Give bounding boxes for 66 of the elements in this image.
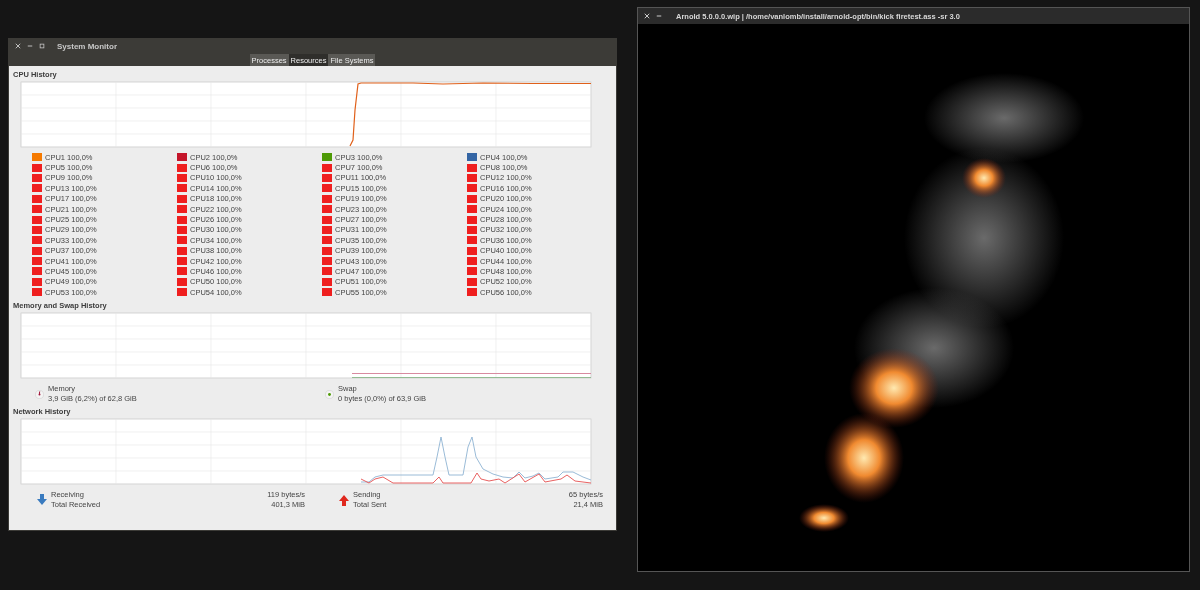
cpu-color-swatch[interactable] xyxy=(32,225,42,234)
minimize-icon[interactable] xyxy=(27,43,33,49)
cpu-color-swatch[interactable] xyxy=(322,225,332,234)
cpu-color-swatch[interactable] xyxy=(177,163,187,172)
cpu-color-swatch[interactable] xyxy=(177,194,187,203)
cpu-color-swatch[interactable] xyxy=(467,153,477,162)
cpu-color-swatch[interactable] xyxy=(467,236,477,245)
minimize-icon[interactable] xyxy=(656,13,662,19)
cpu-color-swatch[interactable] xyxy=(32,173,42,182)
cpu-color-swatch[interactable] xyxy=(467,205,477,214)
cpu-color-swatch[interactable] xyxy=(32,184,42,193)
swap-pie-icon xyxy=(325,389,334,399)
cpu-color-swatch[interactable] xyxy=(177,257,187,266)
cpu-color-swatch[interactable] xyxy=(177,288,187,297)
cpu-color-swatch[interactable] xyxy=(467,194,477,203)
cpu-color-swatch[interactable] xyxy=(467,225,477,234)
cpu-color-swatch[interactable] xyxy=(32,277,42,286)
cpu-color-swatch[interactable] xyxy=(322,215,332,224)
cpu-color-swatch[interactable] xyxy=(322,163,332,172)
cpu-color-swatch[interactable] xyxy=(32,153,42,162)
download-arrow-icon xyxy=(37,494,47,507)
cpu-color-swatch[interactable] xyxy=(32,288,42,297)
cpu-color-swatch[interactable] xyxy=(322,267,332,276)
upload-arrow-icon xyxy=(339,494,349,507)
cpu-color-swatch[interactable] xyxy=(177,267,187,276)
cpu-color-swatch[interactable] xyxy=(32,194,42,203)
close-icon[interactable] xyxy=(644,13,650,19)
cpu-color-swatch[interactable] xyxy=(467,215,477,224)
cpu-color-swatch[interactable] xyxy=(467,184,477,193)
cpu-color-swatch[interactable] xyxy=(32,267,42,276)
cpu-color-swatch[interactable] xyxy=(177,173,187,182)
cpu-color-swatch[interactable] xyxy=(467,277,477,286)
cpu-color-swatch[interactable] xyxy=(322,246,332,255)
cpu-color-swatch[interactable] xyxy=(322,153,332,162)
cpu-color-swatch[interactable] xyxy=(32,163,42,172)
cpu-color-swatch[interactable] xyxy=(32,257,42,266)
cpu-color-swatch[interactable] xyxy=(177,277,187,286)
cpu-color-swatch[interactable] xyxy=(322,277,332,286)
cpu-color-swatch[interactable] xyxy=(32,205,42,214)
cpu-color-swatch[interactable] xyxy=(177,215,187,224)
cpu-color-swatch[interactable] xyxy=(467,267,477,276)
cpu-color-swatch[interactable] xyxy=(177,246,187,255)
cpu-color-swatch[interactable] xyxy=(32,246,42,255)
cpu-color-swatch[interactable] xyxy=(177,184,187,193)
cpu-color-swatch[interactable] xyxy=(177,225,187,234)
cpu-color-swatch[interactable] xyxy=(467,173,477,182)
cpu-color-swatch[interactable] xyxy=(32,236,42,245)
cpu-color-swatch[interactable] xyxy=(322,257,332,266)
cpu-color-swatch[interactable] xyxy=(177,153,187,162)
cpu-color-swatch[interactable] xyxy=(322,236,332,245)
window-title: System Monitor xyxy=(57,41,117,51)
cpu-color-swatch[interactable] xyxy=(322,173,332,182)
cpu-color-swatch[interactable] xyxy=(177,205,187,214)
maximize-icon[interactable] xyxy=(39,43,45,49)
cpu-color-swatch[interactable] xyxy=(467,288,477,297)
cpu-color-swatch[interactable] xyxy=(177,236,187,245)
cpu-color-swatch[interactable] xyxy=(322,288,332,297)
cpu-color-swatch[interactable] xyxy=(467,257,477,266)
cpu-color-swatch[interactable] xyxy=(467,246,477,255)
cpu-color-swatch[interactable] xyxy=(322,184,332,193)
cpu-color-swatch[interactable] xyxy=(32,215,42,224)
cpu-color-swatch[interactable] xyxy=(322,194,332,203)
cpu-color-swatch[interactable] xyxy=(467,163,477,172)
cpu-color-swatch[interactable] xyxy=(322,205,332,214)
memory-pie-icon xyxy=(35,389,44,399)
close-icon[interactable] xyxy=(15,43,21,49)
